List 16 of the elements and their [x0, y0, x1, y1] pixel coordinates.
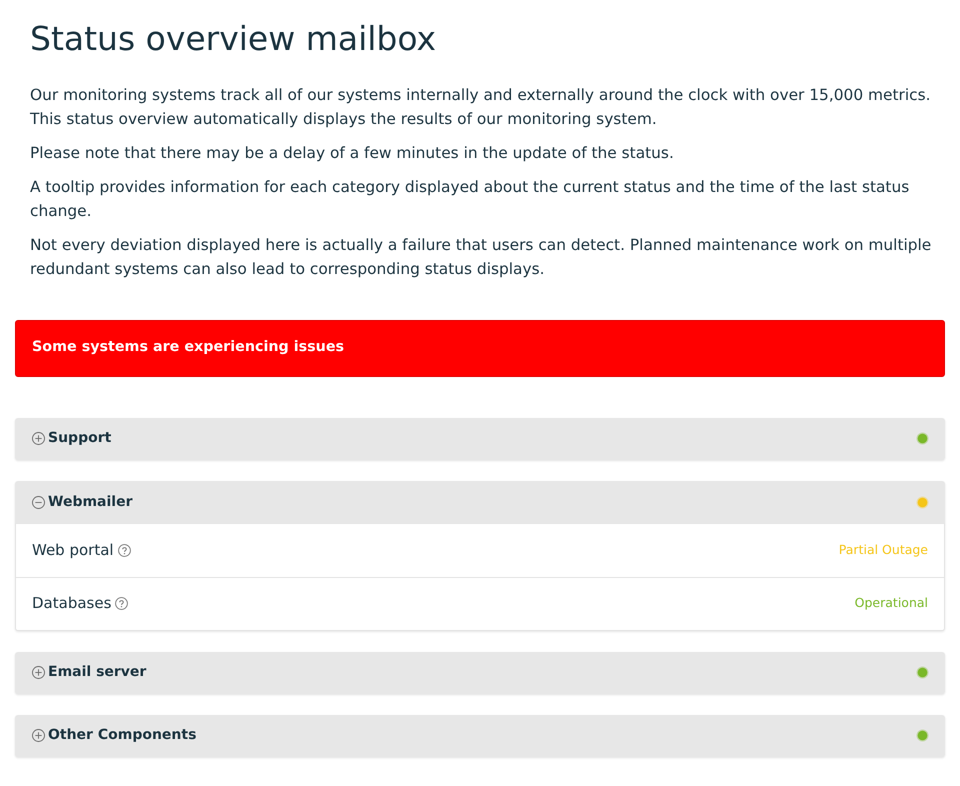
component-name: Databases — [32, 593, 112, 614]
page-title: Status overview mailbox — [30, 19, 438, 59]
intro-paragraph: Our monitoring systems track all of our systems internally and externally around the clock with over 15,000 metrics. This status overview automatically displays the results of our monitoring system. — [30, 84, 932, 130]
help-icon[interactable] — [118, 544, 131, 557]
status-label: Operational — [854, 594, 928, 612]
group-header[interactable]: Webmailer — [15, 480, 945, 524]
status-alert: Some systems are experiencing issues — [15, 320, 945, 377]
intro-paragraph: Please note that there may be a delay of a few minutes in the update of the status. — [30, 142, 675, 164]
intro-paragraph: A tooltip provides information for each category displayed about the current status and the time of the last status change. — [30, 176, 910, 222]
help-icon[interactable] — [115, 597, 128, 610]
group-header[interactable]: Other Components — [15, 714, 945, 757]
group-header[interactable]: Support — [15, 418, 945, 460]
intro-paragraph: Not every deviation displayed here is actually a failure that users can detect. Planned maintenance work on multiple redundant systems can also lead to corresponding status displays. — [30, 234, 932, 280]
component-name: Web portal — [32, 540, 114, 561]
group-header[interactable]: Email server — [15, 652, 945, 694]
status-label: Partial Outage — [838, 540, 928, 559]
